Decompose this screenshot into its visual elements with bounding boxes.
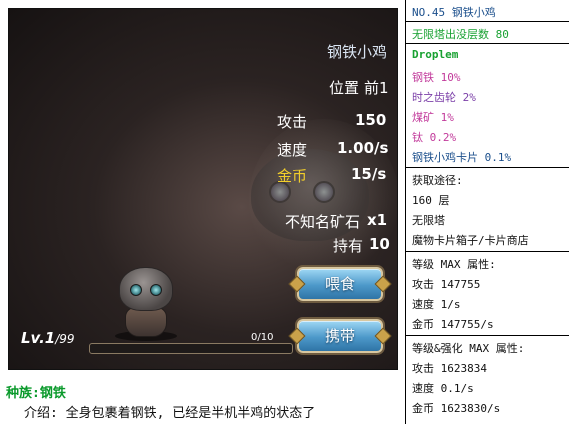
obtain-item: 魔物卡片箱子/卡片商店: [412, 234, 529, 247]
carry-button[interactable]: 携带: [297, 319, 383, 353]
pet-eye-icon: [313, 181, 335, 203]
drop-item: 钛 0.2%: [412, 131, 457, 144]
xp-bar: [89, 343, 293, 354]
gold-value: 15/s: [351, 165, 387, 183]
obtain-header: 获取途径:: [412, 174, 463, 187]
gold-label: 金币: [277, 167, 308, 185]
obtain-item: 160 层: [412, 194, 450, 207]
floor-text: 无限塔出没层数 80: [412, 28, 509, 41]
pet-head: [119, 267, 173, 311]
max-all-gold: 金币 1623830/s: [412, 402, 501, 415]
game-screen: 钢铁小鸡 位置 前1 攻击 150 速度 1.00/s 金币 15/s 不知名矿…: [8, 8, 398, 370]
level-indicator: Lv.1/99: [21, 329, 75, 347]
level-value: Lv.1: [21, 329, 56, 347]
race-text: 种族:钢铁: [6, 386, 66, 401]
intro-text: 介绍: 全身包裹着钢铁, 已经是半机半鸡的状态了: [24, 406, 316, 421]
max-all-attack: 攻击 1623834: [412, 362, 487, 375]
max-all-speed: 速度 0.1/s: [412, 382, 474, 395]
ore-count: x1: [367, 211, 388, 229]
max-level-cell: 等级 MAX 属性: 攻击 147755 速度 1/s 金币 147755/s: [406, 252, 569, 336]
pet-sprite: [115, 267, 177, 341]
level-max: /99: [55, 332, 75, 346]
drop-item: 煤矿 1%: [412, 111, 454, 124]
max-level-header: 等级 MAX 属性:: [412, 258, 496, 271]
speed-value: 1.00/s: [337, 139, 389, 157]
ore-label: 不知名矿石: [285, 213, 361, 231]
max-all-header: 等级&强化 MAX 属性:: [412, 342, 525, 355]
attack-label: 攻击: [277, 113, 308, 131]
pet-description: 种族:钢铁 介绍: 全身包裹着钢铁, 已经是半机半鸡的状态了: [0, 378, 405, 424]
drop-item: 钢铁小鸡卡片 0.1%: [412, 151, 512, 164]
attack-value: 150: [355, 111, 387, 129]
info-table: NO.45 钢铁小鸡 无限塔出没层数 80 Droplem 钢铁 10% 时之齿…: [405, 0, 569, 424]
obtain-item: 无限塔: [412, 214, 445, 227]
pet-name: 钢铁小鸡: [327, 43, 388, 61]
drops-header: Droplem: [412, 48, 459, 61]
max-level-attack: 攻击 147755: [412, 278, 481, 291]
info-title-cell: NO.45 钢铁小鸡: [406, 0, 569, 22]
drops-cell: Droplem 钢铁 10% 时之齿轮 2% 煤矿 1% 钛 0.2% 钢铁小鸡…: [406, 44, 569, 168]
position-label: 位置: [329, 79, 360, 97]
feed-button[interactable]: 喂食: [297, 267, 383, 301]
max-all-cell: 等级&强化 MAX 属性: 攻击 1623834 速度 0.1/s 金币 162…: [406, 336, 569, 424]
pet-number-title: NO.45 钢铁小鸡: [412, 6, 496, 19]
max-level-gold: 金币 147755/s: [412, 318, 494, 331]
max-level-speed: 速度 1/s: [412, 298, 461, 311]
pet-body: [125, 307, 167, 337]
pet-eye-icon: [130, 284, 142, 296]
position-value: 前1: [364, 79, 389, 97]
speed-label: 速度: [277, 141, 308, 159]
floor-cell: 无限塔出没层数 80: [406, 22, 569, 44]
obtain-cell: 获取途径: 160 层 无限塔 魔物卡片箱子/卡片商店: [406, 168, 569, 252]
own-label: 持有: [333, 237, 364, 255]
own-count: 10: [369, 235, 390, 253]
drop-item: 钢铁 10%: [412, 71, 461, 84]
drop-item: 时之齿轮 2%: [412, 91, 476, 104]
xp-text: 0/10: [251, 332, 274, 343]
pet-eye-icon: [150, 284, 162, 296]
